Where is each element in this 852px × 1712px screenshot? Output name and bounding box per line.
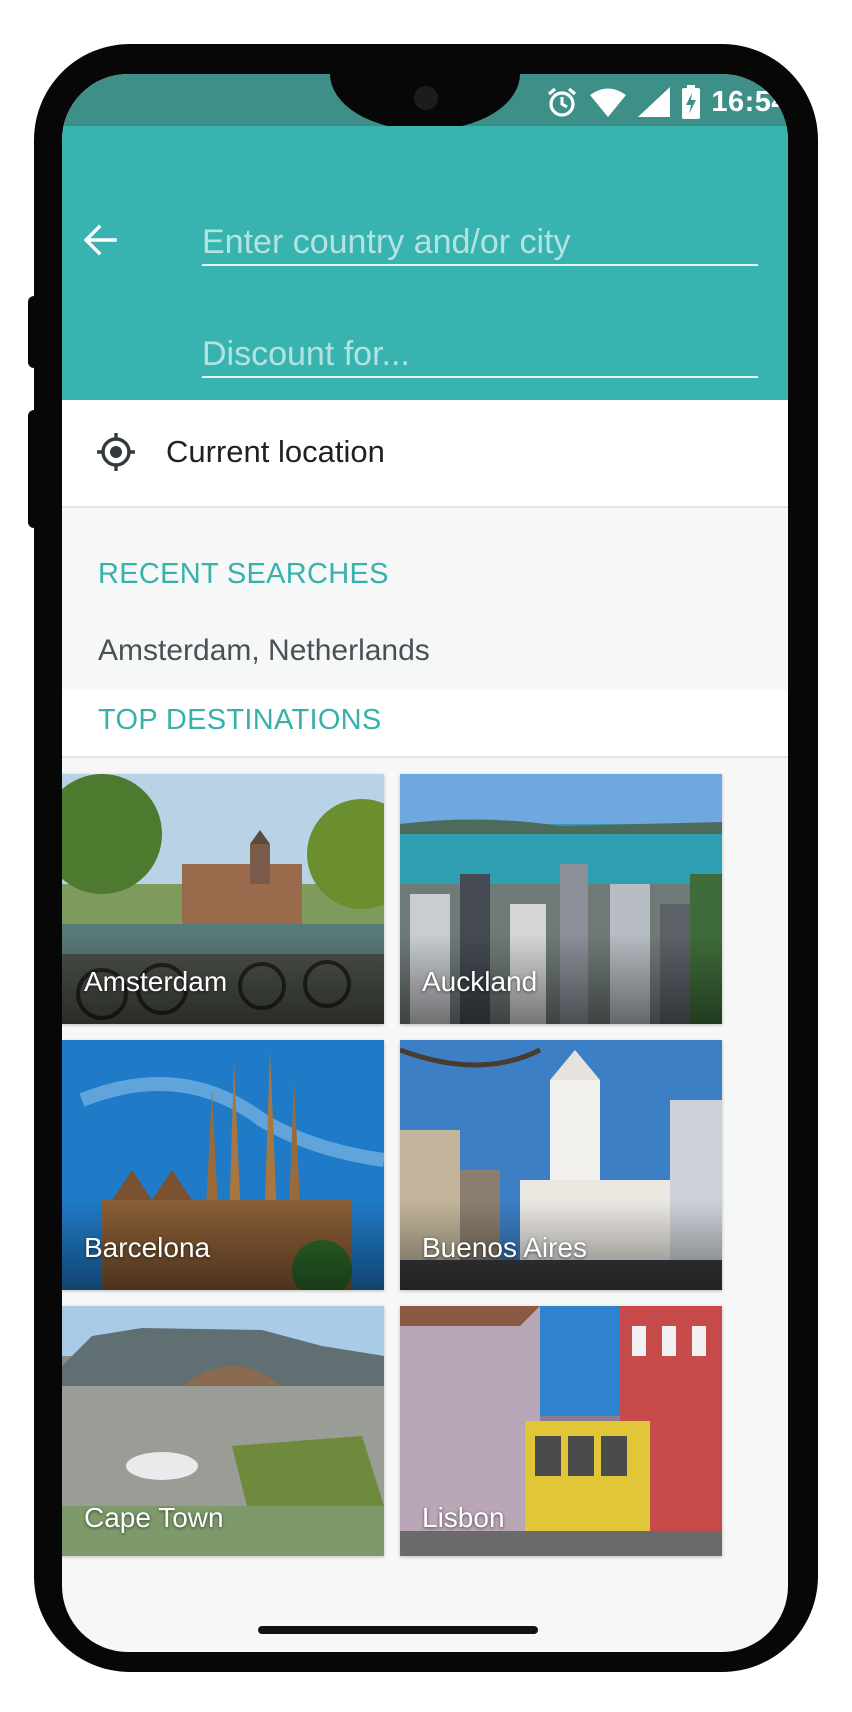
top-destinations-title: TOP DESTINATIONS	[98, 704, 382, 736]
status-time: 16:54	[711, 85, 788, 118]
recent-searches-section: RECENT SEARCHES Amsterdam, Netherlands	[62, 508, 788, 684]
destination-card-lisbon[interactable]: Lisbon	[400, 1306, 722, 1556]
gps-target-icon	[97, 433, 135, 471]
phone-side-button	[28, 410, 42, 528]
destination-card-buenos-aires[interactable]: Buenos Aires	[400, 1040, 722, 1290]
alarm-icon	[548, 87, 577, 117]
destination-name: Amsterdam	[84, 966, 228, 997]
camera-notch	[330, 74, 520, 130]
destination-name: Auckland	[422, 966, 538, 997]
status-bar: 16:54	[62, 74, 788, 130]
phone-side-button	[28, 296, 42, 368]
status-icons: 16:54	[545, 84, 788, 120]
current-location-label: Current location	[166, 434, 385, 469]
recent-search-item[interactable]: Amsterdam, Netherlands	[98, 634, 430, 668]
recent-searches-title: RECENT SEARCHES	[98, 558, 389, 590]
destination-search-input[interactable]	[202, 220, 758, 266]
destination-card-cape-town[interactable]: Cape Town	[62, 1306, 384, 1556]
front-camera	[414, 86, 438, 110]
destination-card-auckland[interactable]: Auckland	[400, 774, 722, 1024]
destination-name: Buenos Aires	[422, 1232, 587, 1263]
home-indicator[interactable]	[258, 1626, 538, 1634]
destination-card-barcelona[interactable]: Barcelona	[62, 1040, 384, 1290]
top-destinations-header: TOP DESTINATIONS	[62, 690, 788, 758]
discount-input[interactable]	[202, 332, 758, 378]
wifi-icon	[590, 88, 627, 117]
destination-name: Lisbon	[422, 1502, 505, 1533]
destination-name: Barcelona	[84, 1232, 211, 1263]
destination-card-amsterdam[interactable]: Amsterdam	[62, 774, 384, 1024]
current-location-item[interactable]: Current location	[62, 400, 788, 508]
search-header	[62, 126, 788, 400]
destination-name: Cape Town	[84, 1502, 224, 1533]
battery-charging-icon	[682, 85, 701, 119]
app-screen: 16:54 Current location RECENT SEARCHES A…	[62, 74, 788, 1652]
cell-signal-icon	[638, 87, 671, 117]
arrow-left-icon[interactable]	[82, 222, 118, 258]
